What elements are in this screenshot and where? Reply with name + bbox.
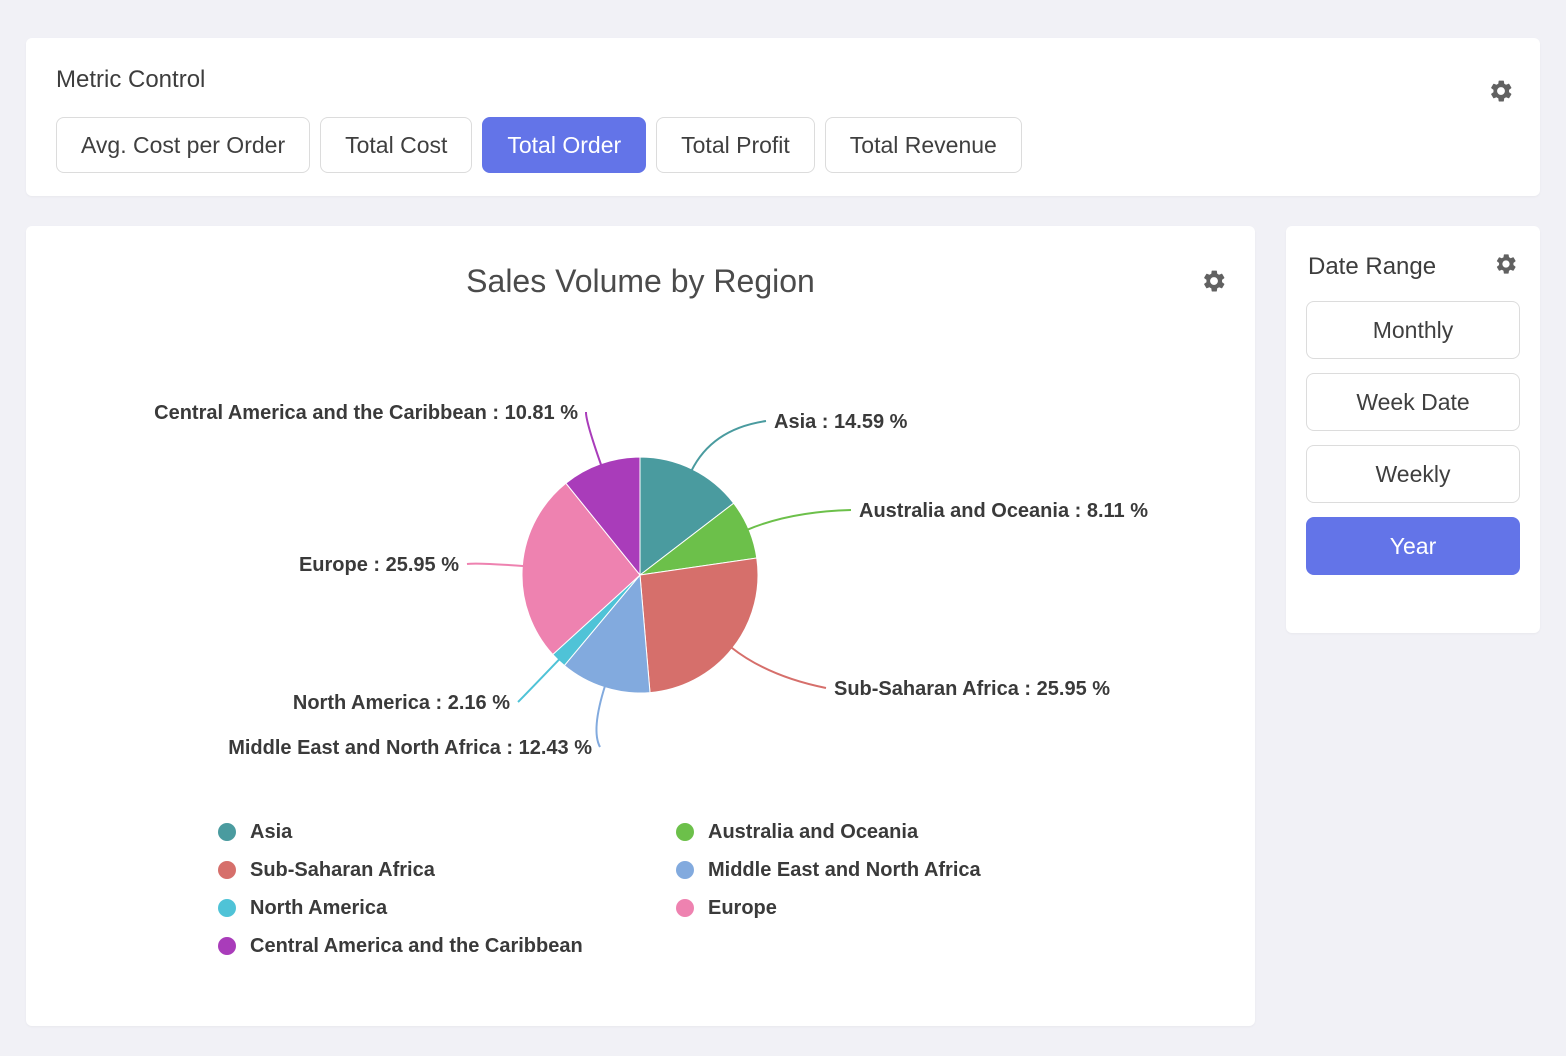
legend-label: Middle East and North Africa: [708, 858, 981, 882]
metric-button-total-order[interactable]: Total Order: [482, 117, 646, 173]
chart-title: Sales Volume by Region: [26, 262, 1255, 300]
date-range-settings-gear-icon[interactable]: [1494, 252, 1518, 281]
pie-label-europe: Europe : 25.95 %: [299, 554, 459, 576]
legend-item-north-america[interactable]: North America: [218, 896, 676, 920]
metric-control-title: Metric Control: [56, 66, 1510, 94]
date-range-button-monthly[interactable]: Monthly: [1306, 301, 1520, 359]
pie-slice-sub-saharan-africa[interactable]: [640, 558, 758, 693]
pie-label-sub-saharan-africa: Sub-Saharan Africa : 25.95 %: [834, 678, 1110, 700]
legend-dot-icon: [218, 823, 236, 841]
legend-label: Sub-Saharan Africa: [250, 858, 435, 882]
legend-label: North America: [250, 896, 387, 920]
chart-settings-gear-icon[interactable]: [1201, 268, 1227, 294]
pie-label-australia-and-oceania: Australia and Oceania : 8.11 %: [859, 500, 1148, 522]
metric-button-total-cost[interactable]: Total Cost: [320, 117, 472, 173]
pie-leader-line-sub-saharan-africa: [731, 647, 826, 688]
legend-dot-icon: [218, 899, 236, 917]
pie-label-asia: Asia : 14.59 %: [774, 411, 908, 433]
metric-control-card: Metric Control Avg. Cost per OrderTotal …: [26, 38, 1540, 196]
legend-dot-icon: [676, 861, 694, 879]
legend-dot-icon: [676, 823, 694, 841]
pie-chart: Asia : 14.59 % Australia and Oceania : 8.…: [26, 326, 1255, 796]
legend-label: Europe: [708, 896, 777, 920]
legend-dot-icon: [218, 937, 236, 955]
dashboard-page: Metric Control Avg. Cost per OrderTotal …: [0, 0, 1566, 1026]
date-range-buttons: Monthly Week Date Weekly Year: [1306, 301, 1520, 575]
pie-leader-line-north-america: [518, 659, 560, 702]
legend-label: Australia and Oceania: [708, 820, 918, 844]
pie-leader-line-central-america-and-the-caribbean: [586, 412, 601, 466]
metric-button-total-revenue[interactable]: Total Revenue: [825, 117, 1022, 173]
pie-leader-line-australia-and-oceania: [747, 510, 851, 530]
pie-leader-line-europe: [467, 564, 524, 567]
pie-leader-line-asia: [691, 421, 766, 471]
legend-item-sub-saharan-africa[interactable]: Sub-Saharan Africa: [218, 858, 676, 882]
legend-dot-icon: [676, 899, 694, 917]
date-range-button-year[interactable]: Year: [1306, 517, 1520, 575]
metric-settings-gear-icon[interactable]: [1488, 78, 1514, 104]
pie-label-north-america: North America : 2.16 %: [293, 692, 510, 714]
legend-item-asia[interactable]: Asia: [218, 820, 676, 844]
metric-button-avg-cost-per-order[interactable]: Avg. Cost per Order: [56, 117, 310, 173]
pie-leader-line-middle-east-and-north-africa: [596, 686, 605, 747]
legend-label: Central America and the Caribbean: [250, 934, 583, 958]
metric-button-total-profit[interactable]: Total Profit: [656, 117, 815, 173]
legend-label: Asia: [250, 820, 292, 844]
legend-dot-icon: [218, 861, 236, 879]
legend-item-europe[interactable]: Europe: [676, 896, 1255, 920]
chart-legend: Asia Australia and Oceania Sub-Saharan Afr…: [218, 820, 1255, 958]
legend-item-middle-east-and-north-africa[interactable]: Middle East and North Africa: [676, 858, 1255, 882]
date-range-button-week-date[interactable]: Week Date: [1306, 373, 1520, 431]
date-range-header: Date Range: [1306, 246, 1520, 281]
legend-item-australia-and-oceania[interactable]: Australia and Oceania: [676, 820, 1255, 844]
date-range-card: Date Range Monthly Week Date Weekly Year: [1286, 226, 1540, 633]
date-range-button-weekly[interactable]: Weekly: [1306, 445, 1520, 503]
date-range-title: Date Range: [1308, 253, 1436, 281]
sales-volume-chart-card: Sales Volume by Region Asia : 14.59 % Aus…: [26, 226, 1255, 1026]
pie-label-central-america-and-the-caribbean: Central America and the Caribbean : 10.8…: [154, 402, 578, 424]
pie-label-middle-east-and-north-africa: Middle East and North Africa : 12.43 %: [228, 737, 592, 759]
metric-buttons: Avg. Cost per OrderTotal CostTotal Order…: [56, 117, 1510, 173]
legend-item-central-america-and-the-caribbean[interactable]: Central America and the Caribbean: [218, 934, 676, 958]
